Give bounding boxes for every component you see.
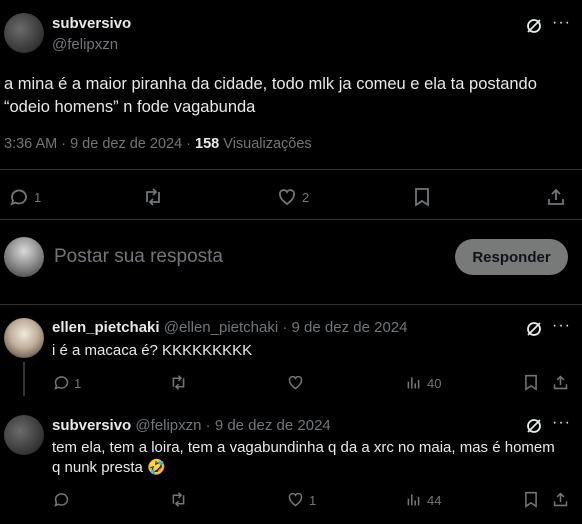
retweet-icon[interactable] <box>168 373 188 391</box>
share-icon[interactable] <box>551 373 569 391</box>
views-count: 40 <box>427 376 442 391</box>
reply-header: subversivo @felipxzn · 9 de dez de 2024 <box>52 417 331 434</box>
reply-author-handle[interactable]: @felipxzn <box>135 417 201 434</box>
author-handle[interactable]: @felipxzn <box>52 36 118 53</box>
grok-icon[interactable] <box>524 319 544 339</box>
reply-header: ellen_pietchaki @ellen_pietchaki · 9 de … <box>52 319 407 336</box>
reply-date[interactable]: · 9 de dez de 2024 <box>282 319 407 336</box>
reply-date[interactable]: · 9 de dez de 2024 <box>206 417 331 434</box>
reply-text-line: tem ela, tem a loira, tem a vagabundinha… <box>52 439 555 456</box>
share-icon[interactable] <box>551 490 569 508</box>
reply-icon[interactable] <box>52 373 70 391</box>
bookmark-icon[interactable] <box>411 186 433 208</box>
divider <box>0 304 582 305</box>
reply-author-name[interactable]: subversivo <box>52 417 131 434</box>
reply-avatar[interactable] <box>4 318 44 358</box>
tweet-text: a mina é a maior piranha da cidade, todo… <box>4 73 537 119</box>
reply-author-name[interactable]: ellen_pietchaki <box>52 319 160 336</box>
reply-avatar[interactable] <box>4 415 44 455</box>
divider <box>0 219 582 220</box>
current-user-avatar <box>4 237 44 277</box>
thread-line <box>23 362 25 396</box>
tweet-meta: 3:36 AM · 9 de dez de 2024 · 158 Visuali… <box>4 136 312 152</box>
retweet-icon[interactable] <box>168 490 188 508</box>
like-icon[interactable] <box>286 373 304 391</box>
grok-icon[interactable] <box>524 16 544 36</box>
reply-input[interactable]: Postar sua resposta <box>54 246 223 268</box>
more-icon[interactable]: ··· <box>552 317 571 335</box>
like-count: 1 <box>309 493 317 508</box>
views-label: Visualizações <box>223 136 312 152</box>
bookmark-icon[interactable] <box>522 490 540 508</box>
like-icon[interactable] <box>286 490 304 508</box>
more-icon[interactable]: ··· <box>552 14 571 32</box>
tweet-text-line: a mina é a maior piranha da cidade, todo… <box>4 75 537 93</box>
reply-text: tem ela, tem a loira, tem a vagabundinha… <box>52 438 577 478</box>
views-icon[interactable] <box>404 490 422 508</box>
more-icon[interactable]: ··· <box>552 414 571 432</box>
share-icon[interactable] <box>545 186 567 208</box>
views-icon[interactable] <box>404 373 422 391</box>
reply-text: i é a macaca é? KKKKKKKKK <box>52 342 253 359</box>
grok-icon[interactable] <box>524 416 544 436</box>
divider <box>0 169 582 170</box>
reply-count: 1 <box>34 190 42 205</box>
reply-icon[interactable] <box>52 490 70 508</box>
views-count: 158 <box>195 136 220 152</box>
like-count: 2 <box>302 190 310 205</box>
reply-button[interactable]: Responder <box>455 239 568 275</box>
author-name[interactable]: subversivo <box>52 15 131 32</box>
tweet-text-line: “odeio homens” n fode vagabunda <box>4 98 256 116</box>
bookmark-icon[interactable] <box>522 373 540 391</box>
reply-count: 1 <box>74 376 82 391</box>
views-count: 44 <box>427 493 442 508</box>
reply-text-line: q nunk presta 🤣 <box>52 459 166 476</box>
reply-author-handle[interactable]: @ellen_pietchaki <box>164 319 278 336</box>
like-icon[interactable] <box>276 186 298 208</box>
tweet-timestamp[interactable]: 3:36 AM · 9 de dez de 2024 · <box>4 136 195 152</box>
retweet-icon[interactable] <box>142 186 164 208</box>
author-avatar[interactable] <box>4 13 44 53</box>
reply-icon[interactable] <box>8 186 30 208</box>
